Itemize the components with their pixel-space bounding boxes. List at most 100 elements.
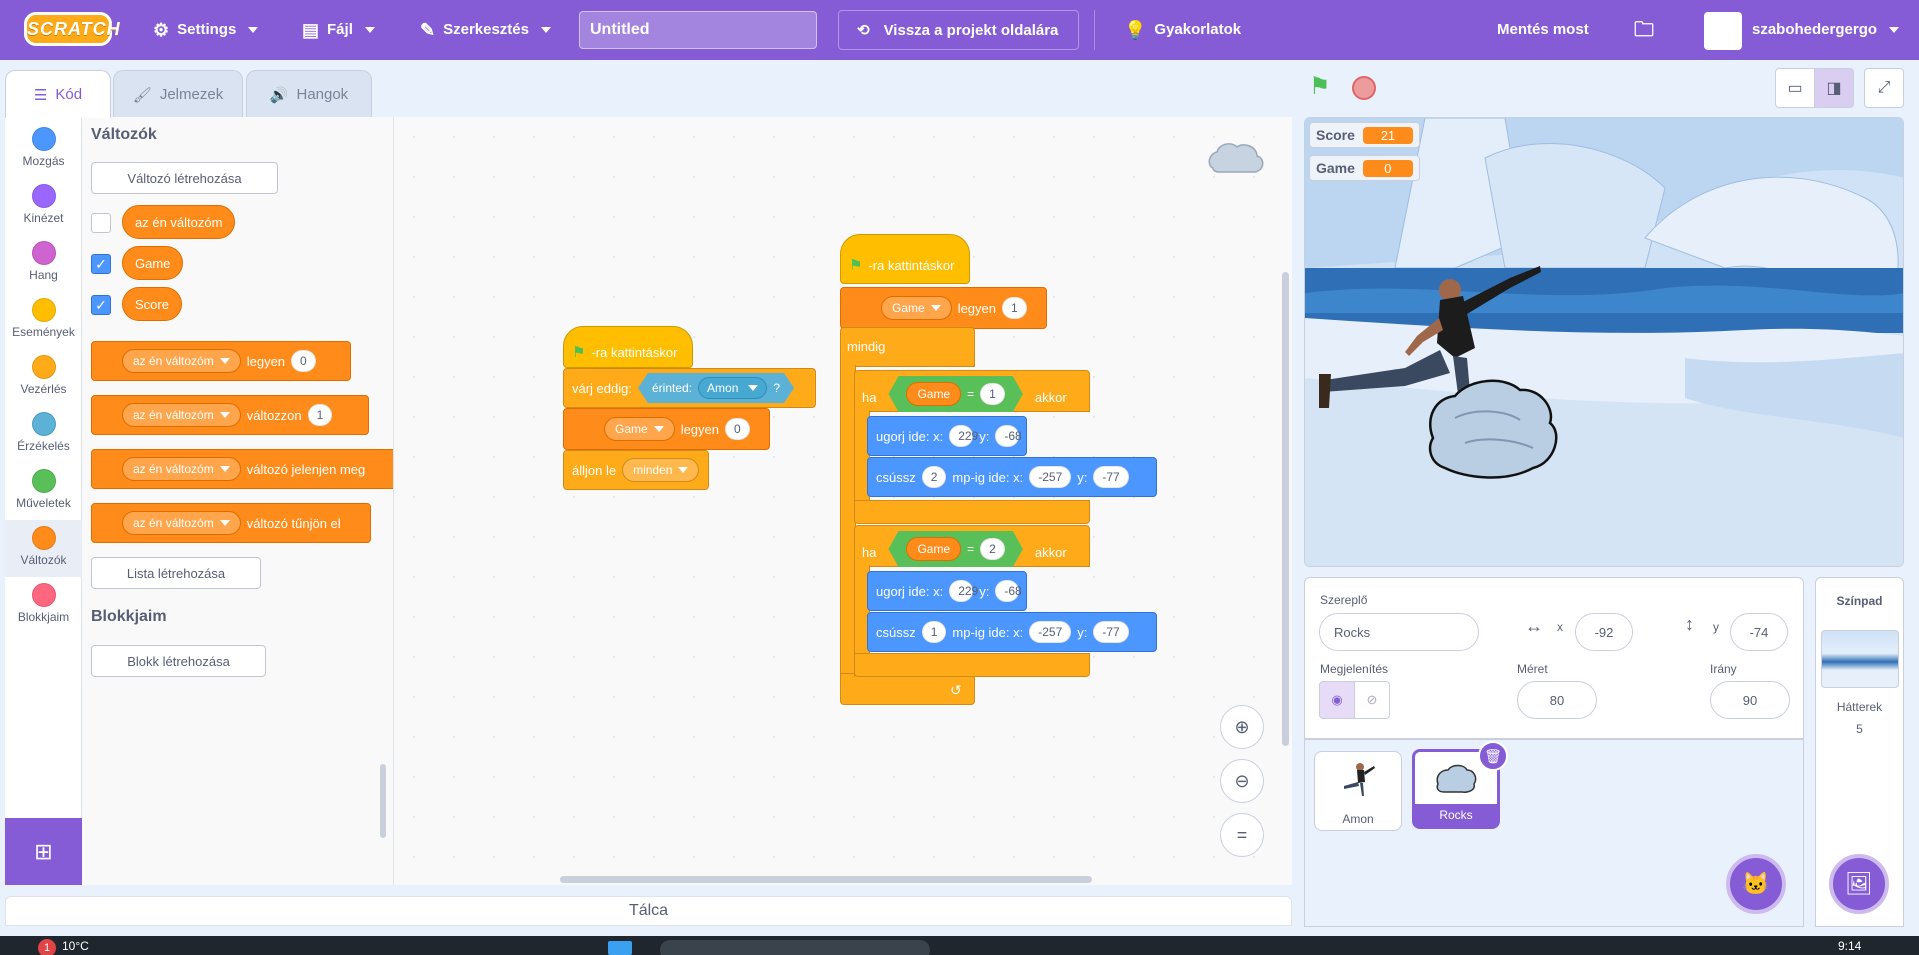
x-input[interactable]: -257 xyxy=(1029,466,1072,488)
variable-reporter[interactable]: Game xyxy=(906,382,961,406)
stop-block[interactable]: álljon le minden xyxy=(563,450,709,490)
sprite-name-input[interactable]: Rocks xyxy=(1319,613,1479,651)
zoom-in-button[interactable]: ⊕ xyxy=(1220,705,1264,749)
taskbar-search[interactable] xyxy=(660,940,930,955)
avatar[interactable] xyxy=(1704,12,1742,50)
value-input[interactable]: 0 xyxy=(725,418,750,440)
choose-backdrop-button[interactable]: 🖼 xyxy=(1829,854,1889,914)
hide-button[interactable]: ⊘ xyxy=(1354,681,1390,719)
set-variable-block[interactable]: Game legyen 1 xyxy=(840,287,1047,329)
y-input[interactable]: -77 xyxy=(1093,621,1129,643)
variable-checkbox[interactable] xyxy=(91,213,111,233)
zoom-out-button[interactable]: ⊖ xyxy=(1220,759,1264,803)
goto-xy-block[interactable]: ugorj ide: x: 229 y: -68 xyxy=(867,416,1027,456)
tab-costumes[interactable]: 🖌 Jelmezek xyxy=(113,70,243,118)
choose-sprite-button[interactable]: 🐱 xyxy=(1726,854,1786,914)
folder-icon[interactable]: 🗀 xyxy=(1634,0,1654,60)
variable-dropdown[interactable]: az én változóm xyxy=(122,511,241,535)
show-visible-button[interactable]: ◉ xyxy=(1319,681,1355,719)
account-menu[interactable]: szabohedergergo xyxy=(1752,0,1900,60)
variable-reporter[interactable]: Game xyxy=(122,246,184,280)
backpack-bar[interactable]: Tálca xyxy=(5,896,1292,926)
category-kinézet[interactable]: Kinézet xyxy=(5,178,82,235)
touching-dropdown[interactable]: Amon xyxy=(698,377,767,399)
variable-checkbox[interactable]: ✓ xyxy=(91,295,111,315)
when-flag-clicked-block[interactable]: ⚑ -ra kattintáskor xyxy=(840,234,970,284)
delete-sprite-button[interactable]: 🗑 xyxy=(1478,741,1508,771)
add-extension-button[interactable]: ⊞ xyxy=(5,818,82,885)
value-input[interactable]: 1 xyxy=(980,383,1005,405)
touching-condition[interactable]: érinted: Amon ? xyxy=(638,373,794,403)
clock[interactable]: 9:14 xyxy=(1838,939,1861,953)
category-változók[interactable]: Változók xyxy=(5,520,82,577)
workspace-vscrollbar[interactable] xyxy=(1282,272,1289,746)
sprite-tile-amon[interactable]: Amon xyxy=(1314,751,1402,831)
project-page-button[interactable]: ⟲ Vissza a projekt oldalára xyxy=(838,10,1079,50)
set-variable-block[interactable]: Game legyen 0 xyxy=(563,408,770,450)
variable-checkbox[interactable]: ✓ xyxy=(91,254,111,274)
x-input[interactable]: 229 xyxy=(949,580,978,602)
file-menu[interactable]: ▤ Fájl xyxy=(302,0,375,60)
y-input[interactable]: -68 xyxy=(995,425,1022,447)
stage[interactable]: Score 21 Game 0 xyxy=(1304,117,1904,567)
stop-button[interactable] xyxy=(1352,76,1376,100)
workspace-hscrollbar[interactable] xyxy=(560,876,1092,883)
when-flag-clicked-block[interactable]: ⚑ -ra kattintáskor xyxy=(563,326,693,368)
x-input[interactable]: 229 xyxy=(949,425,978,447)
equals-condition[interactable]: Game = 1 xyxy=(888,376,1022,412)
value-input[interactable]: 1 xyxy=(307,404,333,426)
variable-dropdown[interactable]: az én változóm xyxy=(122,349,241,373)
direction-input[interactable]: 90 xyxy=(1710,681,1790,719)
secs-input[interactable]: 1 xyxy=(921,621,947,643)
save-now-button[interactable]: Mentés most xyxy=(1497,0,1589,60)
weather-temp[interactable]: 10°C xyxy=(62,939,89,953)
variable-monitor[interactable]: Game 0 xyxy=(1309,155,1420,181)
x-input[interactable]: -257 xyxy=(1029,621,1072,643)
variable-reporter[interactable]: az én változóm xyxy=(122,205,236,239)
tab-sounds[interactable]: 🔊 Hangok xyxy=(246,70,372,118)
start-icon[interactable] xyxy=(608,941,632,955)
stop-dropdown[interactable]: minden xyxy=(622,458,700,482)
value-input[interactable]: 1 xyxy=(1002,297,1027,319)
make-variable-button[interactable]: Változó létrehozása xyxy=(91,162,278,194)
variable-reporter[interactable]: Game xyxy=(906,537,961,561)
secs-input[interactable]: 2 xyxy=(921,466,947,488)
equals-condition[interactable]: Game = 2 xyxy=(888,531,1022,567)
y-position-input[interactable]: -74 xyxy=(1730,613,1788,651)
tutorials-button[interactable]: 💡 Gyakorlatok xyxy=(1124,0,1241,60)
y-input[interactable]: -68 xyxy=(995,580,1022,602)
category-vezérlés[interactable]: Vezérlés xyxy=(5,349,82,406)
wait-until-block[interactable]: várj eddig: érinted: Amon ? xyxy=(563,368,816,408)
variable-dropdown[interactable]: az én változóm xyxy=(122,457,241,481)
category-események[interactable]: Események xyxy=(5,292,82,349)
goto-xy-block[interactable]: ugorj ide: x: 229 y: -68 xyxy=(867,571,1027,611)
size-input[interactable]: 80 xyxy=(1517,681,1597,719)
value-input[interactable]: 2 xyxy=(980,538,1005,560)
variable-dropdown[interactable]: Game xyxy=(881,296,952,320)
set-variable-block[interactable]: az én változóm legyen 0 xyxy=(91,341,351,381)
edit-menu[interactable]: ✎ Szerkesztés xyxy=(420,0,551,60)
hide-variable-block[interactable]: az én változóm változó tűnjön el xyxy=(91,503,371,543)
variable-reporter[interactable]: Score xyxy=(122,287,182,321)
make-block-button[interactable]: Blokk létrehozása xyxy=(91,645,266,677)
fullscreen-button[interactable]: ⤢ xyxy=(1864,68,1904,108)
show-variable-block[interactable]: az én változóm változó jelenjen meg xyxy=(91,449,393,489)
palette-scrollbar[interactable] xyxy=(380,764,386,838)
x-position-input[interactable]: -92 xyxy=(1575,613,1633,651)
tab-code[interactable]: ☰ Kód xyxy=(5,70,111,118)
variable-dropdown[interactable]: Game xyxy=(604,417,675,441)
category-blokkjaim[interactable]: Blokkjaim xyxy=(5,577,82,634)
small-stage-button[interactable]: ▭ xyxy=(1775,68,1815,108)
variable-dropdown[interactable]: az én változóm xyxy=(122,403,241,427)
y-input[interactable]: -77 xyxy=(1093,466,1129,488)
green-flag-button[interactable]: ⚑ xyxy=(1309,72,1331,101)
normal-stage-button[interactable]: ◨ xyxy=(1814,68,1854,108)
category-mozgás[interactable]: Mozgás xyxy=(5,121,82,178)
zoom-reset-button[interactable]: = xyxy=(1220,813,1264,857)
make-list-button[interactable]: Lista létrehozása xyxy=(91,557,261,589)
value-input[interactable]: 0 xyxy=(291,350,316,372)
glide-block[interactable]: csússz 1 mp-ig ide: x: -257 y: -77 xyxy=(867,612,1157,652)
variable-monitor[interactable]: Score 21 xyxy=(1309,122,1420,148)
glide-block[interactable]: csússz 2 mp-ig ide: x: -257 y: -77 xyxy=(867,457,1157,497)
change-variable-block[interactable]: az én változóm változzon 1 xyxy=(91,395,369,435)
